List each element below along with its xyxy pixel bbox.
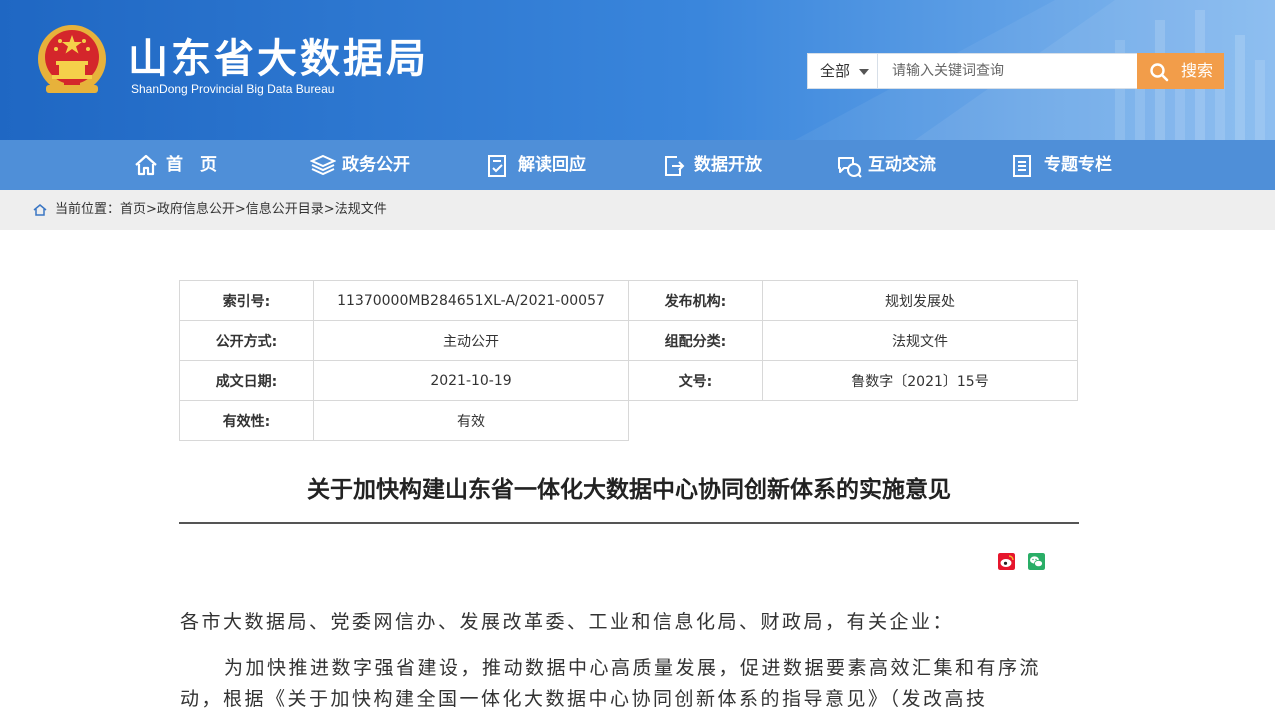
nav-item-label: 数据开放 <box>694 155 762 175</box>
date-value: 2021-10-19 <box>313 360 629 401</box>
document-metadata-table: 索引号: 11370000MB284651XL-A/2021-00057 发布机… <box>179 280 1078 441</box>
site-title: 山东省大数据局 <box>128 36 429 82</box>
open-method-value: 主动公开 <box>313 320 629 361</box>
home-icon <box>135 154 157 176</box>
search-bar: 全部 搜索 <box>807 53 1224 89</box>
search-scope-select[interactable]: 全部 <box>808 54 878 88</box>
publisher-label: 发布机构: <box>628 280 763 321</box>
national-emblem-icon <box>38 25 106 93</box>
title-divider <box>179 522 1079 524</box>
doc-number-value: 鲁数字〔2021〕15号 <box>762 360 1078 401</box>
site-header: 山东省大数据局 ShanDong Provincial Big Data Bur… <box>0 0 1275 140</box>
table-row: 有效性: 有效 <box>179 400 1078 441</box>
weibo-share-icon[interactable] <box>998 553 1015 570</box>
main-nav: 首 页 政务公开 解读回应 数据开放 互动交流 专题专栏 <box>0 140 1275 190</box>
breadcrumb: 当前位置：首页>政府信息公开>信息公开目录>法规文件 <box>0 190 1275 230</box>
wechat-share-icon[interactable] <box>1028 553 1045 570</box>
breadcrumb-path[interactable]: 首页>政府信息公开>信息公开目录>法规文件 <box>120 202 387 217</box>
index-value: 11370000MB284651XL-A/2021-00057 <box>313 280 629 321</box>
search-scope-label: 全部 <box>820 62 851 80</box>
search-button-label: 搜索 <box>1181 61 1214 80</box>
validity-label: 有效性: <box>179 400 314 441</box>
chat-icon <box>838 157 862 178</box>
search-input[interactable] <box>880 54 1136 88</box>
nav-item-label: 互动交流 <box>868 155 936 175</box>
table-row: 索引号: 11370000MB284651XL-A/2021-00057 发布机… <box>179 280 1078 321</box>
open-method-label: 公开方式: <box>179 320 314 361</box>
validity-value: 有效 <box>313 400 629 441</box>
doc-number-label: 文号: <box>628 360 763 401</box>
nav-item-label: 政务公开 <box>342 155 410 175</box>
chevron-down-icon <box>859 69 869 75</box>
table-row: 成文日期: 2021-10-19 文号: 鲁数字〔2021〕15号 <box>179 360 1078 401</box>
category-label: 组配分类: <box>628 320 763 361</box>
search-button[interactable]: 搜索 <box>1137 53 1224 89</box>
export-icon <box>665 156 685 176</box>
nav-item-label: 专题专栏 <box>1044 155 1112 175</box>
document-check-icon <box>488 155 506 177</box>
nav-item-label: 解读回应 <box>518 155 586 175</box>
article-title: 关于加快构建山东省一体化大数据中心协同创新体系的实施意见 <box>307 477 951 503</box>
breadcrumb-prefix: 当前位置： <box>55 202 121 217</box>
list-icon <box>1013 155 1031 177</box>
search-icon <box>1150 63 1169 82</box>
date-label: 成文日期: <box>179 360 314 401</box>
table-row: 公开方式: 主动公开 组配分类: 法规文件 <box>179 320 1078 361</box>
publisher-value: 规划发展处 <box>762 280 1078 321</box>
home-icon <box>33 204 47 216</box>
nav-item-label: 首 页 <box>166 155 217 175</box>
index-label: 索引号: <box>179 280 314 321</box>
layers-icon <box>310 154 336 176</box>
article-body: 为加快推进数字强省建设，推动数据中心高质量发展，促进数据要素高效汇集和有序流动，… <box>180 657 1042 710</box>
category-value: 法规文件 <box>762 320 1078 361</box>
site-subtitle: ShanDong Provincial Big Data Bureau <box>131 82 335 96</box>
empty-cell <box>629 401 1078 441</box>
article-recipients: 各市大数据局、党委网信办、发展改革委、工业和信息化局、财政局，有关企业： <box>180 611 955 633</box>
